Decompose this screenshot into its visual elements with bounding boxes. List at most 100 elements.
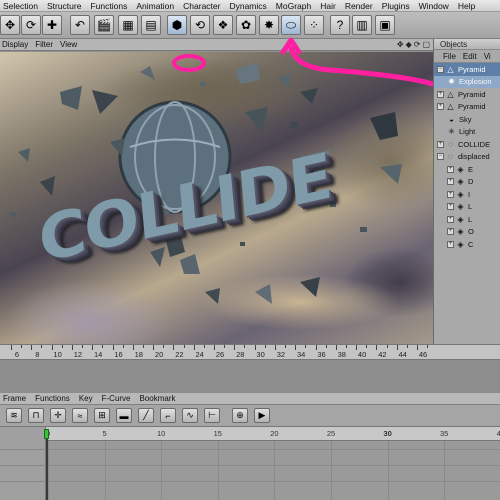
- fcurve-icon[interactable]: ≈: [72, 408, 88, 423]
- ruler-label: 30: [256, 350, 265, 359]
- clapper-icon[interactable]: 🎬: [94, 15, 114, 35]
- menu-dynamics[interactable]: Dynamics: [226, 1, 272, 11]
- object-item-letter-e[interactable]: + ◈ E: [434, 163, 500, 176]
- curve-step-icon[interactable]: ⌐: [160, 408, 176, 423]
- menu-plugins[interactable]: Plugins: [379, 1, 416, 11]
- expand-icon[interactable]: +: [447, 190, 454, 198]
- object-item-displaced[interactable]: − ◌ displaced: [434, 151, 500, 164]
- fcurve-ruler-label: 30: [383, 429, 392, 438]
- zoom-view-icon[interactable]: ◆: [406, 40, 412, 49]
- sphere-icon[interactable]: ✿: [236, 15, 256, 35]
- move-view-icon[interactable]: ✥: [397, 40, 404, 49]
- expand-icon[interactable]: +: [447, 215, 454, 223]
- settings-panel-icon[interactable]: ▥: [352, 15, 372, 35]
- fcurve-ruler[interactable]: 0510152025303540: [0, 427, 500, 441]
- object-item-letter-d[interactable]: + ◈ D: [434, 176, 500, 189]
- object-item-sky[interactable]: ◒ Sky: [434, 113, 500, 126]
- object-item-letter-o[interactable]: + ◈ O: [434, 226, 500, 239]
- 3d-viewport[interactable]: COLLIDE: [0, 52, 433, 344]
- timeline-menu-key[interactable]: Key: [76, 394, 99, 403]
- zero-angle-icon[interactable]: ⊢: [204, 408, 220, 423]
- curve-linear-icon[interactable]: ╱: [138, 408, 154, 423]
- fcurve-gridline: [48, 441, 49, 500]
- menu-render[interactable]: Render: [342, 1, 379, 11]
- timeline-menu-fcurve[interactable]: F-Curve: [99, 394, 137, 403]
- expand-icon[interactable]: +: [437, 140, 444, 148]
- expand-icon[interactable]: +: [437, 103, 444, 111]
- timeline-menu-functions[interactable]: Functions: [32, 394, 76, 403]
- main-menu-bar: Selection Structure Functions Animation …: [0, 0, 500, 12]
- cube-icon[interactable]: ⬢: [167, 15, 187, 35]
- expand-icon[interactable]: +: [447, 228, 454, 236]
- auto-key-icon[interactable]: ▶: [254, 408, 270, 423]
- maximize-view-icon[interactable]: ▢: [422, 40, 430, 49]
- move-icon[interactable]: ✥: [0, 15, 20, 35]
- object-item-explosion[interactable]: ✸ Explosion: [434, 75, 500, 88]
- expand-icon[interactable]: +: [447, 178, 454, 186]
- rotate-object-icon[interactable]: ⟲: [190, 15, 210, 35]
- fcurve-ruler-label: 35: [440, 429, 449, 438]
- menu-animation[interactable]: Animation: [133, 1, 180, 11]
- objects-menu-edit[interactable]: Edit: [463, 52, 477, 61]
- object-item-collide[interactable]: + ◌ COLLIDE: [434, 138, 500, 151]
- ruler-minor-tick: [406, 345, 408, 348]
- film-icon[interactable]: ▦: [118, 15, 138, 35]
- question-icon[interactable]: ?: [330, 15, 350, 35]
- deformer-explode-icon[interactable]: ✸: [259, 15, 279, 35]
- object-item-light[interactable]: ✳ Light: [434, 126, 500, 139]
- menu-hair[interactable]: Hair: [317, 1, 342, 11]
- collapse-icon[interactable]: −: [437, 153, 444, 161]
- menu-functions[interactable]: Functions: [87, 1, 133, 11]
- ruler-label: 18: [134, 350, 143, 359]
- rotate-view-icon[interactable]: ⟳: [414, 40, 421, 49]
- object-item-letter-i[interactable]: + ◈ I: [434, 188, 500, 201]
- motion-path-icon[interactable]: ≋: [6, 408, 22, 423]
- ruler-minor-tick: [82, 345, 84, 348]
- film-strip-icon[interactable]: ▤: [141, 15, 161, 35]
- collapse-icon[interactable]: −: [437, 65, 444, 73]
- key-select-icon[interactable]: ✛: [50, 408, 66, 423]
- ruler-label: 16: [114, 350, 123, 359]
- menu-mograph[interactable]: MoGraph: [273, 1, 317, 11]
- record-key-icon[interactable]: ⊕: [232, 408, 248, 423]
- undo-icon[interactable]: ↶: [70, 15, 90, 35]
- rotate-icon[interactable]: ⟳: [21, 15, 41, 35]
- objects-menu-view[interactable]: Vi: [484, 52, 491, 61]
- curve-spline-icon[interactable]: ∿: [182, 408, 198, 423]
- ripple-icon[interactable]: ▬: [116, 408, 132, 423]
- menu-structure[interactable]: Structure: [44, 1, 88, 11]
- expand-icon[interactable]: +: [437, 90, 444, 98]
- viewport-menu-filter[interactable]: Filter: [33, 40, 58, 49]
- snap-icon[interactable]: ⊞: [94, 408, 110, 423]
- object-item-pyramid-2[interactable]: + △ Pyramid: [434, 88, 500, 101]
- viewport-menu-view[interactable]: View: [58, 40, 82, 49]
- viewport-menu-display[interactable]: Display: [0, 40, 33, 49]
- nurbs-icon[interactable]: ❖: [213, 15, 233, 35]
- expand-icon[interactable]: +: [447, 165, 454, 173]
- expand-icon[interactable]: +: [447, 203, 454, 211]
- playhead-handle[interactable]: [44, 429, 49, 439]
- render-icon[interactable]: ▣: [375, 15, 395, 35]
- sphere-blue-icon[interactable]: ⬭: [281, 15, 301, 35]
- menu-help[interactable]: Help: [455, 1, 481, 11]
- magnet-icon[interactable]: ⊓: [28, 408, 44, 423]
- object-item-pyramid-1[interactable]: − △ Pyramid: [434, 63, 500, 76]
- objects-menu-file[interactable]: File: [443, 52, 456, 61]
- fcurve-editor[interactable]: [46, 441, 500, 500]
- scale-icon[interactable]: ✚: [42, 15, 62, 35]
- ruler-label: 36: [317, 350, 326, 359]
- timeline-menu-frame[interactable]: Frame: [0, 394, 32, 403]
- particle-icon[interactable]: ⁘: [304, 15, 324, 35]
- object-item-letter-c[interactable]: + ◈ C: [434, 238, 500, 251]
- object-item-letter-l-1[interactable]: + ◈ L: [434, 201, 500, 214]
- timeline-ruler[interactable]: 6 8 10 12 14 16 18 20 22 24 26 28 30 32 34 36 38 40 42 44 46: [0, 344, 500, 360]
- object-item-letter-l-2[interactable]: + ◈ L: [434, 213, 500, 226]
- object-item-pyramid-3[interactable]: + △ Pyramid: [434, 101, 500, 114]
- timeline-menu-bookmark[interactable]: Bookmark: [137, 394, 182, 403]
- menu-selection[interactable]: Selection: [0, 1, 44, 11]
- expand-icon[interactable]: +: [447, 240, 454, 248]
- fcurve-gridline: [444, 441, 446, 500]
- menu-window[interactable]: Window: [416, 1, 455, 11]
- fcurve-gridline: [331, 441, 332, 500]
- menu-character[interactable]: Character: [180, 1, 226, 11]
